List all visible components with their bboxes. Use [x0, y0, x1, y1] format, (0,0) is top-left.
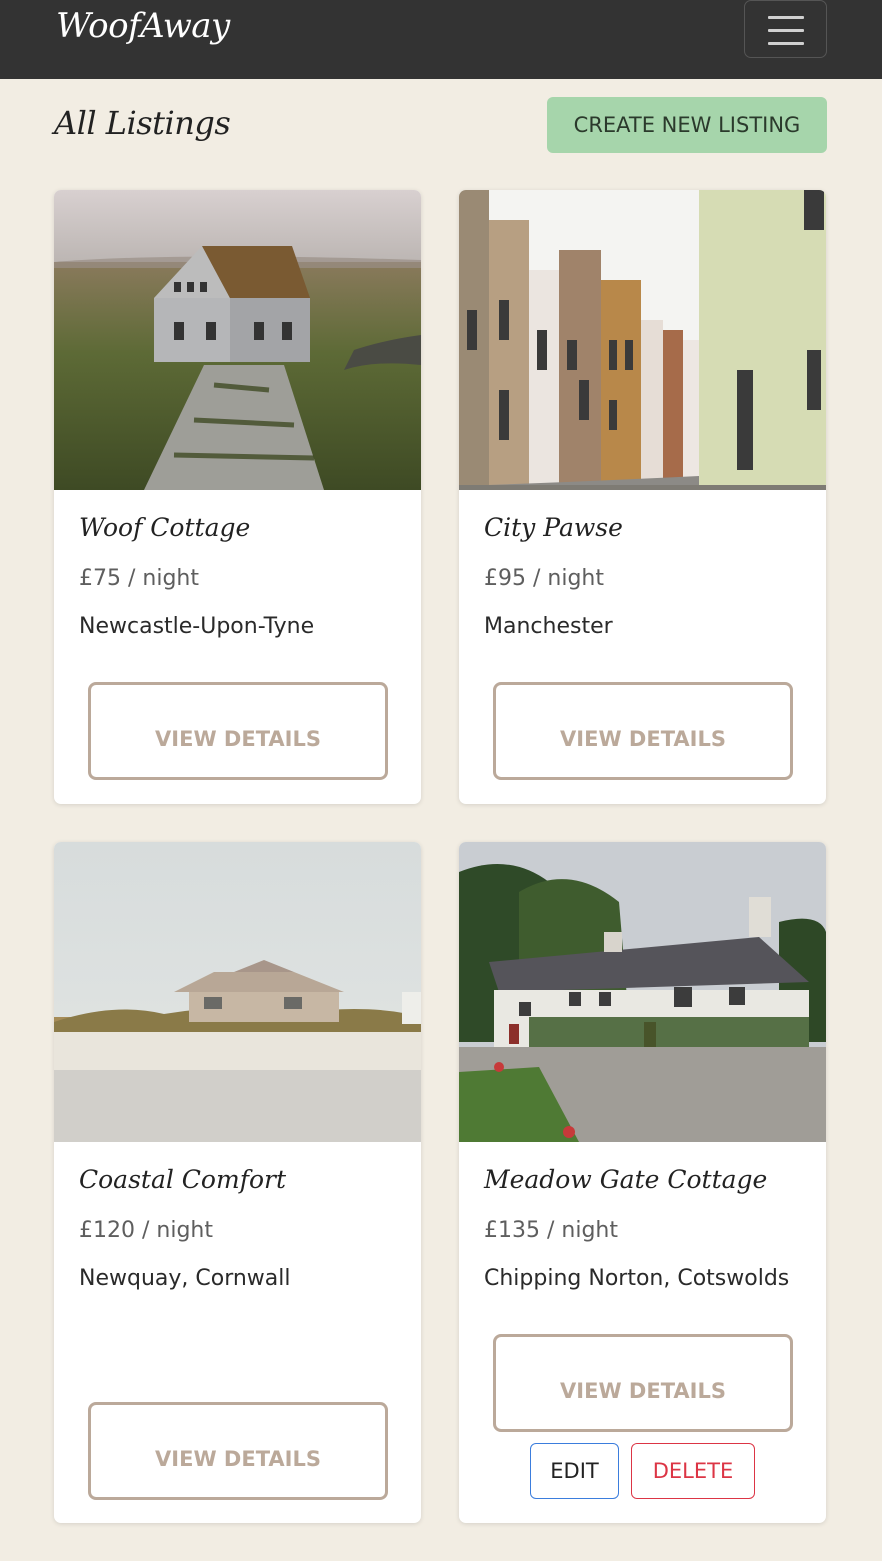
view-details-button[interactable]: VIEW DETAILS — [493, 682, 793, 780]
listing-card: Woof Cottage £75 / night Newcastle-Upon-… — [54, 190, 421, 804]
hamburger-menu-icon — [768, 16, 804, 19]
listing-location: Newquay, Cornwall — [79, 1266, 291, 1291]
view-details-button[interactable]: VIEW DETAILS — [88, 682, 388, 780]
view-details-button[interactable]: VIEW DETAILS — [493, 1334, 793, 1432]
listing-location: Newcastle-Upon-Tyne — [79, 614, 315, 639]
menu-toggle-button[interactable] — [744, 0, 827, 58]
listing-title: Woof Cottage — [79, 513, 251, 542]
listing-image[interactable] — [459, 842, 826, 1142]
navbar: WoofAway — [0, 0, 882, 79]
listing-card: Meadow Gate Cottage £135 / night Chippin… — [459, 842, 826, 1523]
listing-title: City Pawse — [484, 513, 623, 542]
delete-listing-button[interactable]: DELETE — [631, 1443, 755, 1499]
listing-price: £135 / night — [484, 1218, 618, 1243]
listing-location: Manchester — [484, 614, 613, 639]
listing-card: City Pawse £95 / night Manchester VIEW D… — [459, 190, 826, 804]
create-listing-button[interactable]: CREATE NEW LISTING — [547, 97, 827, 153]
listing-image[interactable] — [54, 842, 421, 1142]
listing-price: £120 / night — [79, 1218, 213, 1243]
hamburger-menu-icon — [768, 29, 804, 32]
listing-title: Meadow Gate Cottage — [484, 1165, 768, 1194]
listing-title: Coastal Comfort — [79, 1165, 286, 1194]
listing-location: Chipping Norton, Cotswolds — [484, 1266, 790, 1291]
hamburger-menu-icon — [768, 42, 804, 45]
view-details-button[interactable]: VIEW DETAILS — [88, 1402, 388, 1500]
page-title: All Listings — [54, 104, 231, 142]
listing-price: £95 / night — [484, 566, 604, 591]
listing-image[interactable] — [459, 190, 826, 490]
listing-price: £75 / night — [79, 566, 199, 591]
brand-logo[interactable]: WoofAway — [56, 6, 230, 46]
listing-card: Coastal Comfort £120 / night Newquay, Co… — [54, 842, 421, 1523]
edit-listing-button[interactable]: EDIT — [530, 1443, 619, 1499]
listing-image[interactable] — [54, 190, 421, 490]
